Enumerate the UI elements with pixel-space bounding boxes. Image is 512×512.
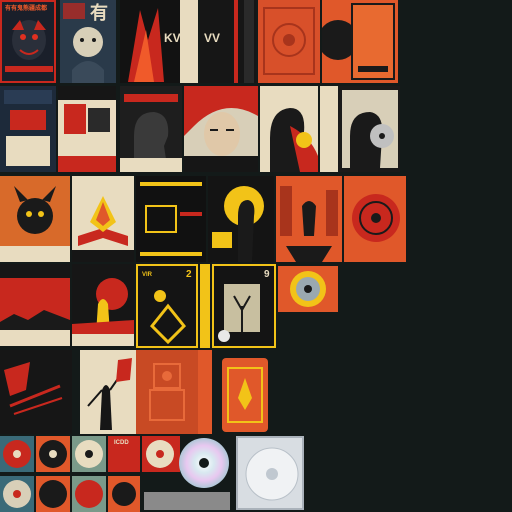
ornate-pattern-icon [263, 7, 315, 75]
cover-profile-dark [120, 86, 182, 172]
cd-case-base [144, 492, 230, 510]
cd-icon [146, 440, 174, 468]
moon-figure-icon [212, 186, 264, 262]
cover-title: KV [164, 31, 181, 45]
cover-warrior-calligraphy [80, 350, 136, 434]
cd-jewel-case [236, 436, 304, 510]
robot-icon [149, 363, 185, 421]
cover-black-yellow [136, 176, 206, 262]
cover-yellow-geometric-2 [200, 264, 210, 348]
demon-face-icon [5, 20, 53, 72]
vinyl-label: ICDD [114, 440, 129, 446]
brushstroke-icon [128, 0, 198, 83]
cover-robot-orange [136, 350, 198, 434]
warrior-silhouette-icon [72, 278, 134, 346]
cover-silhouette-disc [320, 86, 400, 172]
cover-orange-gold-label [222, 358, 268, 432]
silhouette-disc-icon [320, 86, 398, 172]
cover-red-calligraphy [0, 350, 72, 434]
warrior-brush-icon [87, 358, 132, 430]
cover-silhouette-red [260, 86, 318, 172]
cover-tree-figure: 9 [212, 264, 276, 348]
collage-icon [58, 86, 116, 172]
sunset-warrior-icon [0, 264, 70, 346]
profile-head-icon [120, 94, 182, 172]
cover-vv-dark: VV [200, 0, 256, 83]
cover-open-book [72, 176, 134, 262]
record-disc-icon [352, 194, 400, 242]
cd-red-pair [142, 436, 180, 472]
cover-demon-orange [0, 176, 70, 262]
disc-icon [290, 271, 326, 307]
geometric-icon [149, 290, 187, 345]
cover-orange-ornate [258, 0, 320, 83]
cover-blue-grid [0, 86, 56, 172]
demon-figure-icon [0, 186, 70, 262]
cover-yellow-moon [208, 176, 274, 262]
vinyl-set-small: ICDD [0, 436, 140, 512]
cover-red-collage [58, 86, 116, 172]
silver-cd-icon [179, 438, 229, 488]
monk-portrait-icon [63, 3, 104, 83]
jewel-case-icon [245, 447, 299, 501]
gold-label-icon [227, 367, 263, 423]
cover-red-sunset [0, 264, 70, 346]
vinyl-record-icon [322, 3, 395, 80]
cover-warrior-black [72, 264, 134, 346]
cover-demon-mask: 有有鬼熊疆成都 [0, 0, 56, 83]
tree-figure-icon [218, 284, 260, 342]
grid-panel-icon [4, 90, 52, 166]
cd-silver [176, 436, 232, 490]
cover-orange-disc [278, 266, 338, 312]
cover-yellow-geometric: VIR 2 [136, 264, 198, 348]
standing-figure-icon [280, 186, 338, 262]
silhouette-icon [270, 108, 318, 172]
face-portrait-icon [184, 86, 258, 172]
cover-monk-portrait: 有 [60, 0, 116, 83]
cover-face-red-hair [184, 86, 258, 172]
cover-orange-vinyl [322, 0, 398, 83]
cover-red-record [344, 176, 406, 262]
cover-red-figure [276, 176, 342, 262]
open-book-icon [72, 196, 134, 262]
cover-kv-brushstroke: KV [120, 0, 198, 83]
vertical-stripes-icon [234, 0, 254, 83]
yellow-lines-icon [140, 182, 202, 256]
vinyl-grid-icon [0, 436, 140, 512]
cover-orange-strip [198, 350, 212, 434]
calligraphy-icon [4, 362, 63, 415]
